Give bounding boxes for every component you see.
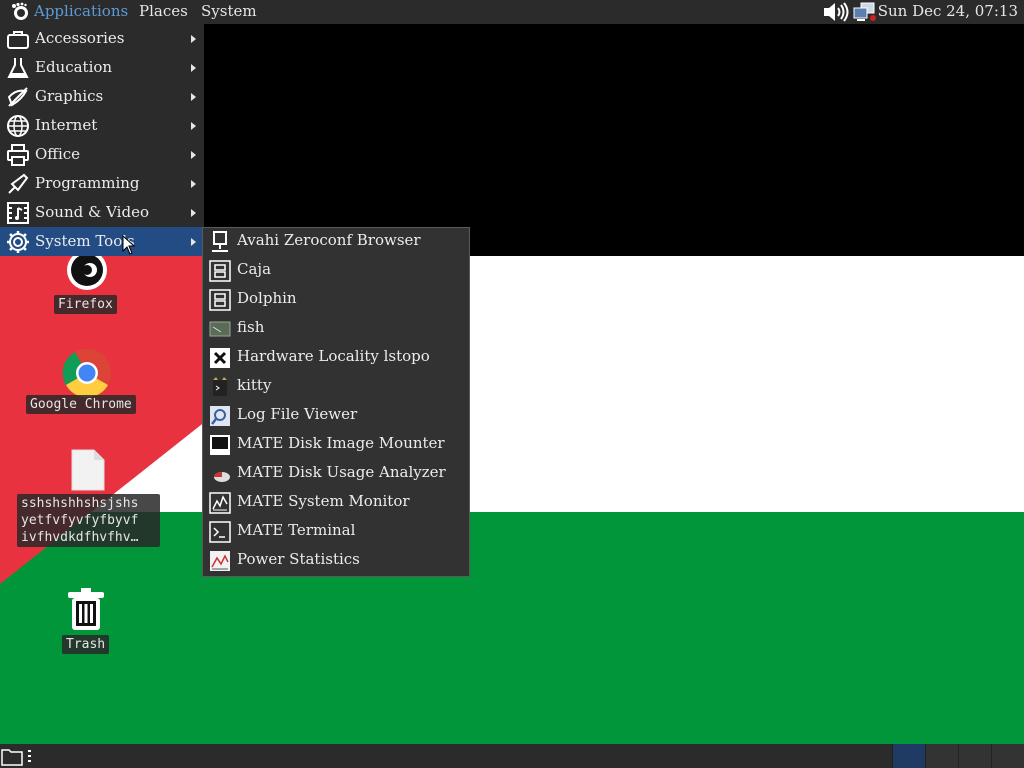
submenu-item-label: MATE System Monitor [237,492,410,510]
submenu-arrow-icon [191,64,196,72]
applications-menu-button[interactable]: Applications [4,0,128,24]
workspace-3[interactable] [958,744,991,768]
menu-item-label: Programming [35,174,140,192]
menu-item-office[interactable]: Office [0,140,204,169]
submenu-item-avahi[interactable]: Avahi Zeroconf Browser [203,228,469,257]
menu-item-label: System Tools [35,232,135,250]
mouse-pointer-icon [122,235,136,255]
submenu-item-label: fish [237,318,265,336]
submenu-item-label: Log File Viewer [237,405,358,423]
menu-item-label: Education [35,58,113,76]
system-monitor-icon [209,492,231,514]
bottom-panel [0,744,1024,768]
log-viewer-icon [210,406,230,426]
google-chrome-label[interactable]: Google Chrome [26,395,136,414]
workspace-1[interactable] [892,744,925,768]
power-statistics-icon [210,551,230,571]
submenu-item-terminal[interactable]: MATE Terminal [203,518,469,547]
hardware-icon [210,348,230,368]
workspace-2[interactable] [925,744,958,768]
submenu-item-label: MATE Terminal [237,521,356,539]
menu-item-label: Internet [35,116,98,134]
submenu-item-lstopo[interactable]: Hardware Locality lstopo [203,344,469,373]
sound-video-icon [7,202,29,224]
programming-icon [8,173,29,194]
submenu-item-power-statistics[interactable]: Power Statistics [203,547,469,576]
graphics-icon [7,87,28,107]
submenu-arrow-icon [191,151,196,159]
google-chrome-icon[interactable] [62,348,112,398]
submenu-item-log-viewer[interactable]: Log File Viewer [203,402,469,431]
submenu-item-label: Avahi Zeroconf Browser [237,231,421,249]
terminal-icon [209,521,231,543]
system-menu-button[interactable]: System [201,0,257,24]
disk-usage-icon [214,472,230,482]
menu-item-label: Graphics [35,87,104,105]
trash-label[interactable]: Trash [62,635,110,654]
applications-menu: Accessories Education Graphics Internet … [0,24,204,256]
menu-item-internet[interactable]: Internet [0,111,204,140]
submenu-item-label: kitty [237,376,272,394]
submenu-item-fish[interactable]: fish [203,315,469,344]
submenu-item-label: MATE Disk Image Mounter [237,434,445,452]
panel-handle-icon[interactable] [27,749,32,763]
menu-item-label: Sound & Video [35,203,149,221]
text-file-icon[interactable] [70,448,106,492]
kitty-icon [213,377,227,396]
top-panel: Applications Places System Sun Dec 24, 0… [0,0,1024,24]
submenu-item-caja[interactable]: Caja [203,257,469,286]
accessories-icon [7,31,29,49]
submenu-item-label: Power Statistics [237,550,360,568]
text-file-label[interactable]: sshshshhshsjshs yetfvfyvfyfbyvf ivfhvdkd… [17,494,160,547]
network-icon[interactable] [853,2,877,22]
submenu-arrow-icon [191,209,196,217]
menu-item-graphics[interactable]: Graphics [0,82,204,111]
submenu-item-label: Hardware Locality lstopo [237,347,430,365]
education-icon [7,58,29,78]
file-manager-icon [209,289,231,311]
firefox-icon[interactable] [64,252,110,292]
places-menu-button[interactable]: Places [139,0,188,24]
disk-mounter-icon [210,435,230,455]
internet-icon [7,115,29,137]
fish-terminal-icon [209,321,231,337]
firefox-label[interactable]: Firefox [54,295,117,314]
menu-item-label: Accessories [35,29,125,47]
submenu-item-label: Caja [237,260,272,278]
submenu-item-label: MATE Disk Usage Analyzer [237,463,446,481]
office-icon [7,144,29,166]
menu-item-system-tools[interactable]: System Tools [0,227,204,256]
submenu-arrow-icon [191,238,196,246]
menu-item-sound-video[interactable]: Sound & Video [0,198,204,227]
file-manager-icon [209,260,231,282]
submenu-item-disk-usage[interactable]: MATE Disk Usage Analyzer [203,460,469,489]
submenu-arrow-icon [191,122,196,130]
clock[interactable]: Sun Dec 24, 07:13 [878,0,1018,22]
menu-item-label: Office [35,145,81,163]
menu-item-education[interactable]: Education [0,53,204,82]
network-browser-icon [212,231,228,252]
workspace-4[interactable] [991,744,1024,768]
submenu-arrow-icon [191,93,196,101]
menu-item-programming[interactable]: Programming [0,169,204,198]
submenu-item-label: Dolphin [237,289,297,307]
submenu-arrow-icon [191,35,196,43]
volume-icon[interactable] [822,2,852,22]
show-desktop-icon[interactable] [0,746,24,766]
gnome-foot-icon [12,2,28,20]
submenu-item-disk-mounter[interactable]: MATE Disk Image Mounter [203,431,469,460]
submenu-item-kitty[interactable]: kitty [203,373,469,402]
system-tools-submenu: Avahi Zeroconf Browser Caja Dolphin fish… [202,227,470,577]
system-tools-icon [7,231,29,253]
submenu-item-system-monitor[interactable]: MATE System Monitor [203,489,469,518]
submenu-item-dolphin[interactable]: Dolphin [203,286,469,315]
trash-icon[interactable] [62,586,110,634]
applications-label: Applications [34,2,129,20]
menu-item-accessories[interactable]: Accessories [0,24,204,53]
submenu-arrow-icon [191,180,196,188]
